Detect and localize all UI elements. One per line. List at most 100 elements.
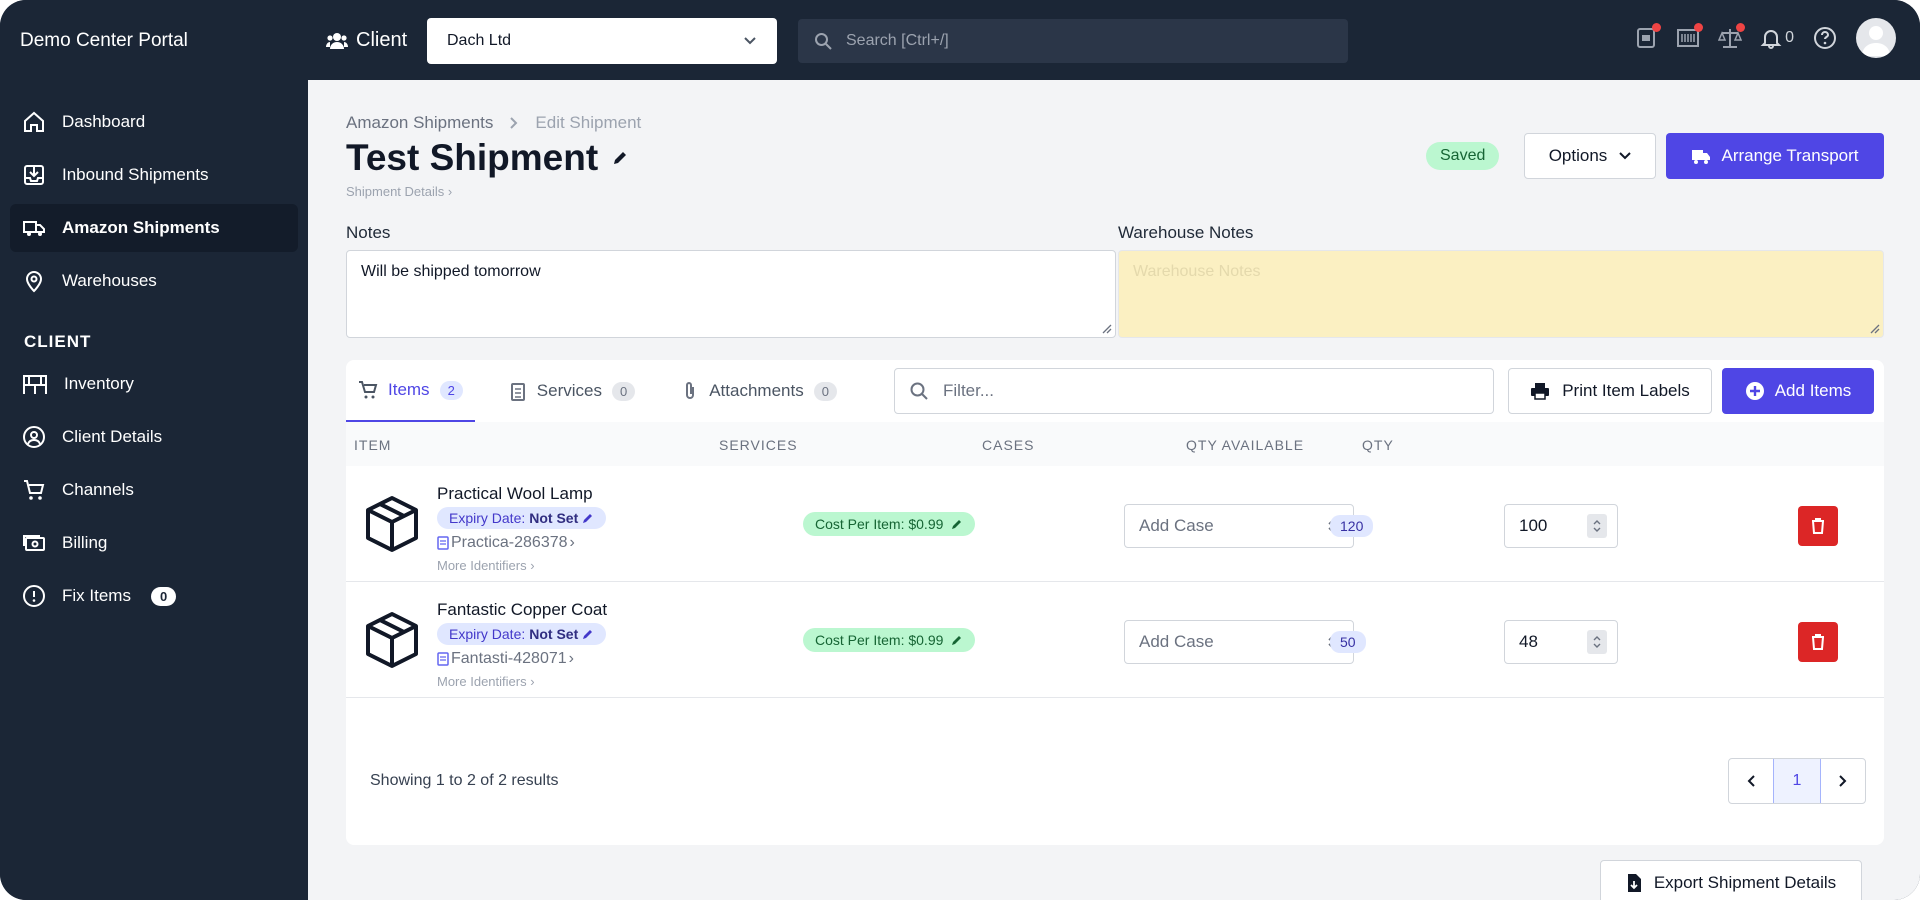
sidebar-item-client-details[interactable]: Client Details (10, 413, 298, 461)
cash-icon (23, 535, 45, 551)
sidebar-item-label: Inventory (64, 374, 134, 393)
qty-value: 48 (1519, 632, 1538, 651)
tag-icon (437, 536, 449, 550)
sidebar-item-inventory[interactable]: Inventory (10, 360, 298, 408)
printer-icon[interactable] (1634, 23, 1662, 50)
notifications-button[interactable]: 0 (1760, 27, 1794, 49)
search-icon (910, 382, 928, 400)
add-items-button[interactable]: Add Items (1722, 368, 1874, 414)
warehouse-notes-textarea[interactable]: Warehouse Notes (1118, 250, 1884, 338)
main-content: Amazon Shipments Edit Shipment Test Ship… (308, 80, 1920, 900)
tab-items[interactable]: Items 2 (346, 360, 475, 422)
help-icon[interactable] (1812, 25, 1838, 51)
resize-handle-icon[interactable] (1868, 322, 1880, 334)
delete-row-button[interactable] (1798, 622, 1838, 662)
sidebar: Dashboard Inbound Shipments Amazon Shipm… (0, 80, 308, 900)
fix-items-count-badge: 0 (150, 586, 177, 606)
tab-count: 0 (611, 381, 636, 401)
sku-link[interactable]: Fantasti-428071 › (437, 650, 574, 668)
truck-icon (1692, 150, 1711, 164)
expiry-prefix: Expiry Date: (449, 626, 526, 642)
sidebar-item-label: Inbound Shipments (62, 165, 209, 184)
shelves-icon (23, 375, 47, 394)
qty-stepper[interactable] (1587, 630, 1607, 654)
sku-link[interactable]: Practica-286378 › (437, 534, 575, 552)
client-label: Client (326, 29, 407, 52)
notes-value: Will be shipped tomorrow (361, 263, 541, 280)
notes-label: Notes (346, 223, 391, 242)
page-number-button[interactable]: 1 (1773, 759, 1821, 803)
options-button[interactable]: Options (1524, 133, 1656, 179)
more-identifiers-link[interactable]: More Identifiers › (437, 674, 535, 689)
status-badge: Saved (1426, 142, 1500, 170)
print-item-labels-label: Print Item Labels (1562, 381, 1690, 400)
filter-input[interactable]: Filter... (894, 368, 1494, 414)
barcode-icon[interactable] (1676, 23, 1704, 50)
tab-count: 2 (439, 380, 463, 400)
add-case-select[interactable]: Add Case (1124, 504, 1354, 548)
next-page-button[interactable] (1821, 759, 1865, 803)
expiry-value: Not Set (529, 510, 579, 526)
brand-title: Demo Center Portal (20, 30, 188, 51)
more-identifiers-link[interactable]: More Identifiers › (437, 558, 535, 573)
item-name[interactable]: Practical Wool Lamp (437, 484, 593, 504)
pencil-icon[interactable] (612, 150, 628, 166)
trash-icon (1812, 634, 1824, 650)
tab-count: 0 (813, 381, 837, 401)
qty-available-badge: 50 (1330, 631, 1366, 653)
sidebar-item-fix-items[interactable]: Fix Items 0 (10, 572, 298, 620)
resize-handle-icon[interactable] (1100, 322, 1112, 334)
sidebar-item-label: Billing (62, 533, 108, 552)
sidebar-item-inbound-shipments[interactable]: Inbound Shipments (10, 151, 298, 199)
tab-attachments[interactable]: Attachments 0 (669, 360, 849, 422)
service-cost-text: Cost Per Item: $0.99 (815, 632, 944, 648)
qty-input[interactable]: 48 (1504, 620, 1618, 664)
more-identifiers-text: More Identifiers (437, 674, 527, 689)
print-item-labels-button[interactable]: Print Item Labels (1508, 368, 1712, 414)
notes-textarea[interactable]: Will be shipped tomorrow (346, 250, 1116, 338)
plus-circle-icon (1745, 382, 1764, 400)
warehouse-notes-placeholder: Warehouse Notes (1133, 263, 1261, 280)
sidebar-item-billing[interactable]: Billing (10, 519, 298, 567)
table-header: ITEM SERVICES CASES QTY AVAILABLE QTY (346, 422, 1884, 466)
sidebar-item-label: Amazon Shipments (62, 218, 220, 237)
add-items-label: Add Items (1774, 381, 1852, 400)
breadcrumb: Amazon Shipments Edit Shipment (346, 113, 641, 133)
add-case-select[interactable]: Add Case (1124, 620, 1354, 664)
export-shipment-details-button[interactable]: Export Shipment Details (1600, 860, 1862, 900)
pencil-icon (952, 636, 962, 645)
chevron-down-icon (1619, 152, 1632, 160)
avatar[interactable] (1856, 18, 1896, 58)
sidebar-item-amazon-shipments[interactable]: Amazon Shipments (10, 204, 298, 252)
service-cost-badge[interactable]: Cost Per Item: $0.99 (803, 628, 976, 652)
expiry-date-badge[interactable]: Expiry Date: Not Set (437, 623, 607, 645)
breadcrumb-link[interactable]: Amazon Shipments (346, 113, 493, 133)
sidebar-item-label: Channels (62, 480, 134, 499)
sidebar-item-warehouses[interactable]: Warehouses (10, 257, 298, 305)
scale-icon[interactable] (1717, 23, 1746, 50)
service-cost-badge[interactable]: Cost Per Item: $0.99 (803, 512, 976, 536)
arrange-transport-button[interactable]: Arrange Transport (1666, 133, 1884, 179)
clipboard-icon (510, 383, 525, 401)
shipment-details-link-text: Shipment Details (346, 184, 445, 199)
top-bar: Demo Center Portal Client Dach Ltd Searc… (0, 0, 1920, 80)
prev-page-button[interactable] (1729, 759, 1773, 803)
cart-icon (359, 381, 378, 399)
qty-available-badge: 120 (1330, 515, 1374, 537)
export-label: Export Shipment Details (1653, 873, 1837, 892)
table-row: Fantastic Copper Coat Expiry Date: Not S… (346, 582, 1884, 698)
sidebar-item-dashboard[interactable]: Dashboard (10, 98, 298, 146)
global-search-input[interactable]: Search [Ctrl+/] (798, 19, 1348, 63)
more-identifiers-text: More Identifiers (437, 558, 527, 573)
sidebar-item-channels[interactable]: Channels (10, 466, 298, 514)
map-pin-icon (25, 271, 43, 293)
delete-row-button[interactable] (1798, 506, 1838, 546)
package-icon (366, 612, 418, 668)
tab-services[interactable]: Services 0 (497, 360, 647, 422)
qty-stepper[interactable] (1587, 514, 1607, 538)
expiry-date-badge[interactable]: Expiry Date: Not Set (437, 507, 607, 529)
client-select[interactable]: Dach Ltd (427, 18, 777, 64)
qty-input[interactable]: 100 (1504, 504, 1618, 548)
shipment-details-link[interactable]: Shipment Details › (346, 184, 452, 199)
item-name[interactable]: Fantastic Copper Coat (437, 600, 607, 620)
